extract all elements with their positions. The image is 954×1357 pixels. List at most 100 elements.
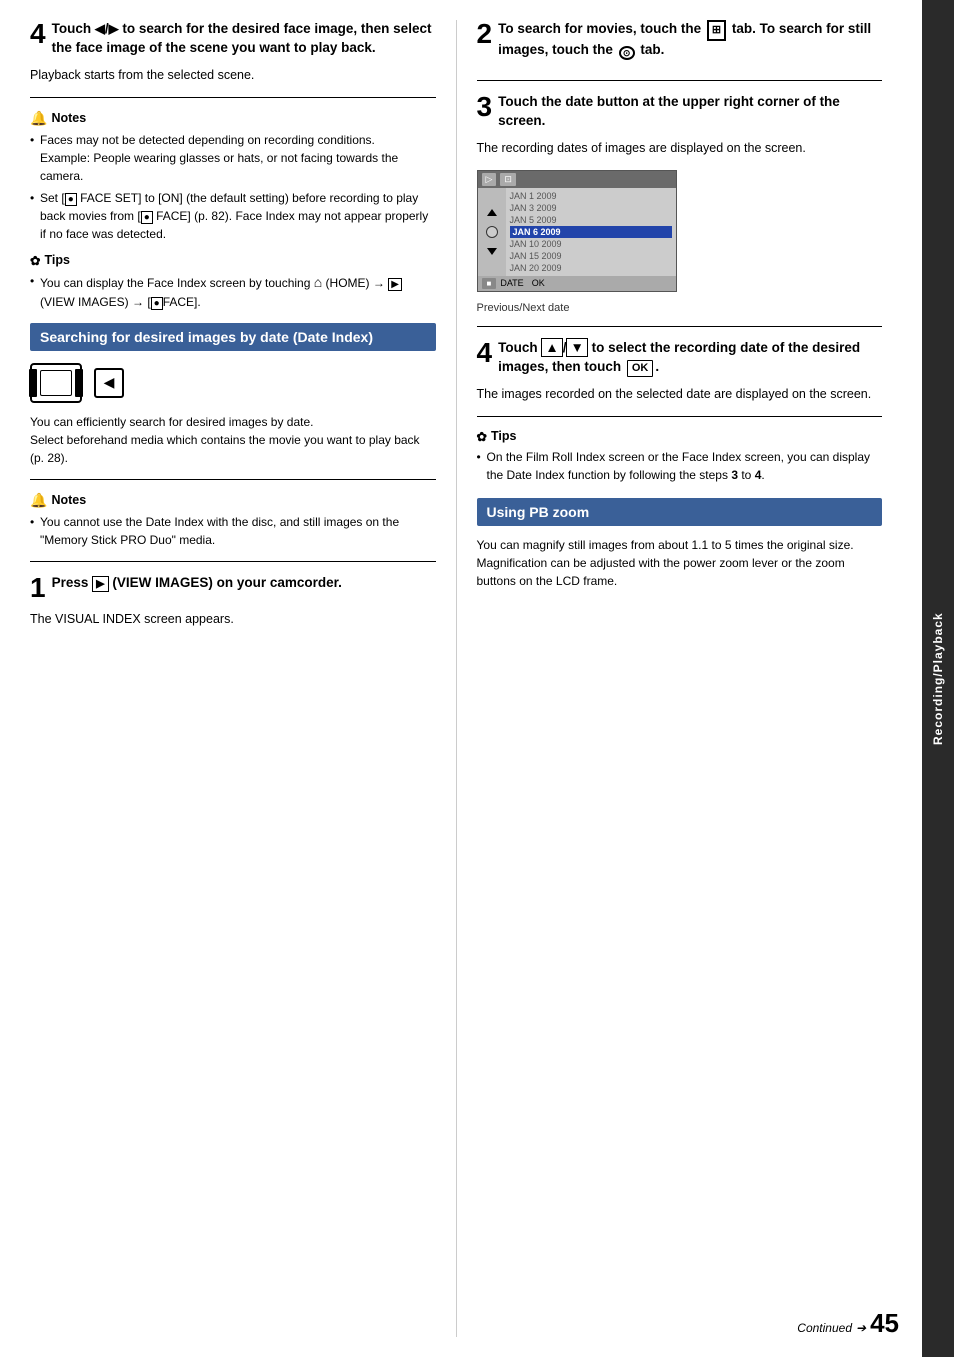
step4-title: Touch ◀/▶ to search for the desired face… — [52, 20, 436, 58]
date-btn: ■ — [482, 278, 497, 289]
tips-title-r: ✿ Tips — [477, 429, 883, 444]
notes-section-2: 🔔 Notes You cannot use the Date Index wi… — [30, 492, 436, 549]
page-number: 45 — [870, 1308, 899, 1339]
notes-title-1: 🔔 Notes — [30, 110, 436, 127]
date-display-dates: JAN 1 2009 JAN 3 2009 JAN 5 2009 JAN 6 2… — [506, 188, 676, 276]
note-item-2: Set [● FACE SET] to [ON] (the default se… — [30, 189, 436, 243]
step3-header: 3 Touch the date button at the upper rig… — [477, 93, 883, 131]
step1-number: 1 — [30, 574, 46, 602]
icon-row: ◀ — [30, 363, 436, 403]
step1-body: The VISUAL INDEX screen appears. — [30, 610, 436, 629]
tips-icon-1: ✿ — [30, 253, 40, 268]
date-header-movie-tab: ▷ — [482, 173, 497, 186]
date-jan15: JAN 15 2009 — [510, 250, 672, 262]
right-column: 2 To search for movies, touch the ⊞ tab.… — [457, 20, 883, 1337]
step2-container: 2 To search for movies, touch the ⊞ tab.… — [477, 20, 883, 81]
notes-section-1: 🔔 Notes Faces may not be detected depend… — [30, 110, 436, 243]
date-jan5: JAN 5 2009 — [510, 214, 672, 226]
main-content: 4 Touch ◀/▶ to search for the desired fa… — [0, 0, 922, 1357]
movie-tab-icon: ⊞ — [707, 20, 726, 41]
left-column: 4 Touch ◀/▶ to search for the desired fa… — [30, 20, 457, 1337]
date-jan1: JAN 1 2009 — [510, 190, 672, 202]
date-jan20: JAN 20 2009 — [510, 262, 672, 274]
step3-body: The recording dates of images are displa… — [477, 139, 883, 158]
divider-r1 — [477, 326, 883, 327]
notes-label-1: Notes — [51, 111, 86, 125]
photo-tab-icon: ⊙ — [619, 46, 635, 60]
divider-2 — [30, 479, 436, 480]
notes-list-2: You cannot use the Date Index with the d… — [30, 513, 436, 549]
step4-body: Playback starts from the selected scene. — [30, 66, 436, 85]
step1-header: 1 Press ▶ (VIEW IMAGES) on your camcorde… — [30, 574, 436, 602]
tips-label-r: Tips — [491, 429, 516, 443]
step2-header: 2 To search for movies, touch the ⊞ tab.… — [477, 20, 883, 60]
page-bottom: Continued ➔ 45 — [797, 1308, 899, 1339]
tips-section-r: ✿ Tips On the Film Roll Index screen or … — [477, 429, 883, 484]
date-label: DATE — [500, 278, 523, 288]
tips-list-1: You can display the Face Index screen by… — [30, 272, 436, 311]
note-icon-1: 🔔 — [30, 110, 47, 127]
back-icon: ◀ — [94, 368, 124, 398]
step4r-body: The images recorded on the selected date… — [477, 385, 883, 404]
tip-item-r1: On the Film Roll Index screen or the Fac… — [477, 448, 883, 484]
note-icon-2: 🔔 — [30, 492, 47, 509]
step1-container: 1 Press ▶ (VIEW IMAGES) on your camcorde… — [30, 574, 436, 629]
step3-number: 3 — [477, 93, 493, 121]
continued-text: Continued — [797, 1321, 852, 1335]
date-arrow-up[interactable] — [487, 209, 497, 216]
section-body1: You can efficiently search for desired i… — [30, 413, 436, 467]
step4r-container: 4 Touch ▲/▼ to select the recording date… — [477, 339, 883, 404]
tips-section-1: ✿ Tips You can display the Face Index sc… — [30, 253, 436, 311]
step3-title: Touch the date button at the upper right… — [498, 93, 882, 131]
pb-zoom-body: You can magnify still images from about … — [477, 536, 883, 590]
side-tab: Recording/Playback — [922, 0, 954, 1357]
divider-r2 — [477, 416, 883, 417]
step4r-title: Touch ▲/▼ to select the recording date o… — [498, 339, 882, 377]
notes-list-1: Faces may not be detected depending on r… — [30, 131, 436, 243]
tips-icon-r: ✿ — [477, 429, 487, 444]
step4-number: 4 — [30, 20, 46, 48]
section-body2-text: Select beforehand media which contains t… — [30, 433, 420, 465]
notes-label-2: Notes — [51, 493, 86, 507]
divider-1 — [30, 97, 436, 98]
note-item-3: You cannot use the Date Index with the d… — [30, 513, 436, 549]
divider-3 — [30, 561, 436, 562]
step1-title: Press ▶ (VIEW IMAGES) on your camcorder. — [52, 574, 342, 593]
tips-label-1: Tips — [44, 253, 69, 267]
date-display-header: ▷ ⊡ — [478, 171, 676, 188]
ok-label[interactable]: OK — [532, 278, 545, 288]
date-dot — [486, 226, 498, 238]
step2-number: 2 — [477, 20, 493, 48]
date-arrow-down[interactable] — [487, 248, 497, 255]
step4r-header: 4 Touch ▲/▼ to select the recording date… — [477, 339, 883, 377]
date-jan10: JAN 10 2009 — [510, 238, 672, 250]
section-box-date-index: Searching for desired images by date (Da… — [30, 323, 436, 351]
film-inner — [40, 370, 72, 396]
step2-title: To search for movies, touch the ⊞ tab. T… — [498, 20, 882, 60]
step4-header: 4 Touch ◀/▶ to search for the desired fa… — [30, 20, 436, 58]
date-jan3: JAN 3 2009 — [510, 202, 672, 214]
date-jan6[interactable]: JAN 6 2009 — [510, 226, 672, 238]
date-header-photo-tab: ⊡ — [500, 173, 516, 186]
side-tab-label: Recording/Playback — [931, 612, 945, 745]
date-display-footer: ■ DATE OK — [478, 276, 676, 291]
note-item-1: Faces may not be detected depending on r… — [30, 131, 436, 185]
film-roll-icon — [30, 363, 82, 403]
tips-list-r: On the Film Roll Index screen or the Fac… — [477, 448, 883, 484]
date-display: ▷ ⊡ JAN 1 2009 JAN 3 2009 JAN 5 2009 — [477, 170, 677, 292]
date-nav-left — [478, 188, 506, 276]
step3-container: 3 Touch the date button at the upper rig… — [477, 93, 883, 314]
continued-arrow: ➔ — [856, 1321, 866, 1335]
ok-btn: OK — [627, 360, 654, 377]
prev-next-label: Previous/Next date — [477, 302, 883, 314]
tip-item-1: You can display the Face Index screen by… — [30, 272, 436, 311]
notes-title-2: 🔔 Notes — [30, 492, 436, 509]
section-title: Searching for desired images by date (Da… — [40, 329, 373, 345]
date-display-body: JAN 1 2009 JAN 3 2009 JAN 5 2009 JAN 6 2… — [478, 188, 676, 276]
tips-title-1: ✿ Tips — [30, 253, 436, 268]
section-body1-text: You can efficiently search for desired i… — [30, 415, 314, 429]
step4r-number: 4 — [477, 339, 493, 367]
pb-zoom-title: Using PB zoom — [487, 504, 590, 520]
page-container: Recording/Playback 4 Touch ◀/▶ to search… — [0, 0, 954, 1357]
section-box-pb-zoom: Using PB zoom — [477, 498, 883, 526]
